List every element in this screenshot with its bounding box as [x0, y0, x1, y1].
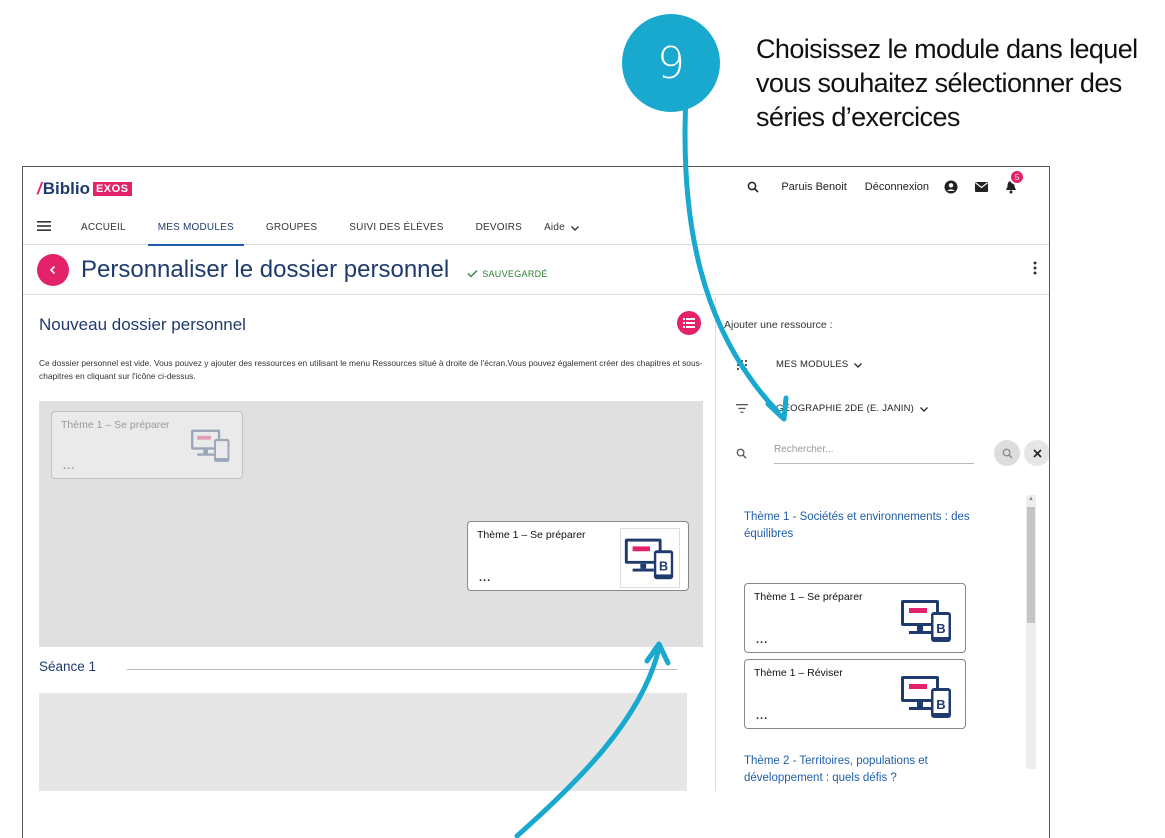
session-divider: [127, 669, 677, 670]
nav-suivi-eleves[interactable]: SUIVI DES ÉLÈVES: [333, 211, 459, 245]
ghost-card-title: Thème 1 – Se préparer: [61, 419, 170, 431]
resource-card-menu[interactable]: ...: [756, 634, 768, 646]
list-icon: [683, 318, 695, 328]
check-icon: [467, 270, 478, 278]
dragged-card-dots: ...: [479, 572, 492, 584]
save-status-label: SAUVEGARDÉ: [482, 268, 548, 279]
thumb-letter: B: [659, 560, 668, 574]
account-icon[interactable]: [943, 179, 959, 195]
close-icon: [1032, 448, 1042, 458]
logo-badge: EXOS: [92, 182, 132, 196]
nav-aide-label: Aide: [544, 222, 565, 233]
resource-thumbnail-icon: B: [901, 600, 951, 642]
search-icon: [1002, 448, 1013, 459]
empty-folder-description: Ce dossier personnel est vide. Vous pouv…: [39, 358, 703, 381]
clear-search-button[interactable]: [1024, 440, 1049, 466]
resource-card[interactable]: Thème 1 – Se préparer ... B: [744, 583, 966, 653]
theme-1-heading[interactable]: Thème 1 - Sociétés et environnements : d…: [744, 509, 984, 543]
resource-card-menu[interactable]: ...: [756, 710, 768, 722]
theme-2-heading[interactable]: Thème 2 - Territoires, populations et dé…: [744, 753, 984, 787]
resource-card-title: Thème 1 – Se préparer: [754, 591, 863, 603]
biblio-exos-logo[interactable]: / Biblio EXOS: [37, 179, 132, 199]
nav-groupes[interactable]: GROUPES: [250, 211, 333, 245]
nav-mes-modules[interactable]: MES MODULES: [142, 211, 250, 246]
session-title[interactable]: Séance 1: [39, 659, 96, 674]
bell-icon[interactable]: 5: [1003, 169, 1025, 195]
scroll-up-icon[interactable]: ▲: [1028, 496, 1034, 502]
resource-card[interactable]: Thème 1 – Réviser ... B: [744, 659, 966, 729]
module-filter-dropdown[interactable]: GÉOGRAPHIE 2DE (E. JANIN): [730, 403, 929, 414]
scrollbar-thumb[interactable]: [1027, 507, 1035, 623]
search-input[interactable]: Rechercher...: [774, 444, 974, 464]
filter-icon: [730, 404, 754, 413]
more-options-icon[interactable]: [1033, 261, 1037, 278]
page-title: Personnaliser le dossier personnel: [81, 255, 450, 283]
resource-thumbnail-icon: [191, 429, 230, 462]
modules-dropdown-label: MES MODULES: [776, 359, 849, 370]
ghost-resource-card: Thème 1 – Se préparer ...: [51, 411, 243, 479]
apps-grid-icon: [730, 359, 754, 370]
logo-text: Biblio: [42, 179, 90, 198]
main-nav: ACCUEIL MES MODULES GROUPES SUIVI DES ÉL…: [23, 211, 1049, 246]
logo-slash: /: [37, 179, 42, 198]
ghost-card-dots: ...: [63, 460, 76, 472]
folder-editor-panel: Nouveau dossier personnel Ce dossier per…: [23, 297, 715, 838]
mail-icon[interactable]: [973, 179, 989, 195]
user-name-link[interactable]: Paruis Benoit: [781, 181, 846, 193]
drop-zone[interactable]: Thème 1 – Se préparer ... Thème 1 – Se p…: [39, 401, 703, 647]
nav-aide[interactable]: Aide: [538, 211, 596, 245]
resource-thumbnail-icon: B: [901, 676, 951, 718]
chevron-down-icon: [570, 225, 579, 231]
module-filter-label: GÉOGRAPHIE 2DE (E. JANIN): [776, 403, 915, 414]
add-resource-label: Ajouter une ressource :: [724, 319, 833, 331]
folder-title[interactable]: Nouveau dossier personnel: [39, 315, 246, 335]
resources-panel: Ajouter une ressource : MES MODULES GÉOG…: [715, 297, 1049, 838]
back-button[interactable]: [37, 253, 69, 286]
dragged-card-title: Thème 1 – Se préparer: [477, 529, 586, 541]
add-chapter-button[interactable]: [677, 311, 701, 335]
menu-icon[interactable]: [37, 221, 55, 234]
chevron-down-icon: [854, 362, 863, 368]
resource-card-title: Thème 1 – Réviser: [754, 667, 843, 679]
notification-count-badge: 5: [1009, 169, 1025, 185]
dragged-resource-card[interactable]: Thème 1 – Se préparer ... B: [467, 521, 689, 591]
nav-accueil[interactable]: ACCUEIL: [65, 211, 142, 245]
page-header: Personnaliser le dossier personnel SAUVE…: [23, 245, 1049, 295]
logout-link[interactable]: Déconnexion: [865, 181, 929, 193]
thumb-letter: B: [936, 621, 945, 636]
resources-scrollbar[interactable]: ▲: [1026, 495, 1036, 769]
nav-devoirs[interactable]: DEVOIRS: [460, 211, 538, 245]
search-submit-button[interactable]: [994, 440, 1020, 466]
search-icon: [736, 446, 747, 464]
chevron-down-icon: [920, 406, 929, 412]
app-bottom-area: [23, 791, 1049, 838]
save-status: SAUVEGARDÉ: [467, 269, 548, 279]
resource-thumbnail-icon: B: [620, 528, 680, 588]
callout-instruction: Choisissez le module dans lequel vous so…: [756, 34, 1138, 132]
resource-search: Rechercher...: [730, 440, 1049, 466]
search-icon[interactable]: [745, 179, 761, 195]
app-window: / Biblio EXOS Paruis Benoit Déconnexion …: [22, 166, 1050, 838]
modules-dropdown[interactable]: MES MODULES: [730, 359, 863, 370]
top-bar: / Biblio EXOS Paruis Benoit Déconnexion …: [23, 167, 1049, 211]
step-number-badge: 9: [622, 14, 720, 112]
thumb-letter: B: [936, 697, 945, 712]
